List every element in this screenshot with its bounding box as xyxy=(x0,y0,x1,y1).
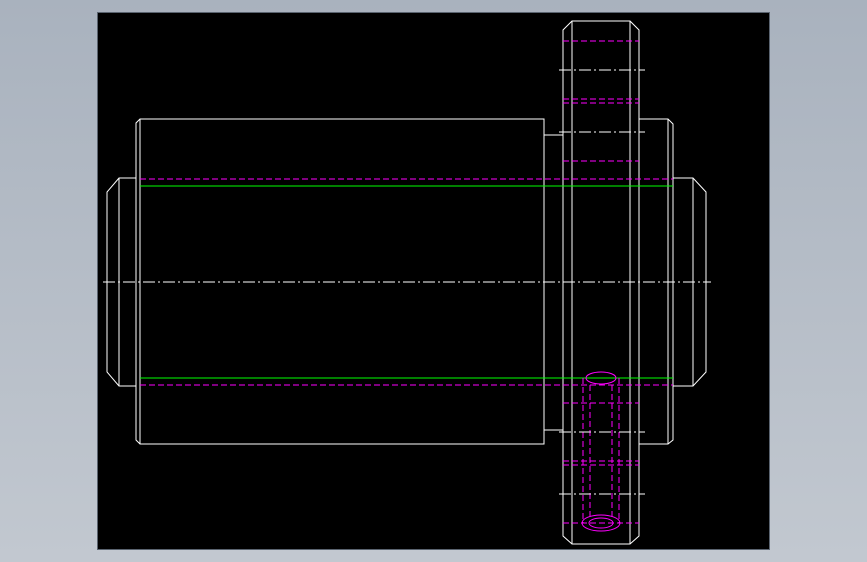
cad-drawing xyxy=(103,20,711,545)
bolt-hole xyxy=(581,371,621,532)
cad-viewport[interactable] xyxy=(98,13,769,549)
center-lines xyxy=(103,69,711,495)
